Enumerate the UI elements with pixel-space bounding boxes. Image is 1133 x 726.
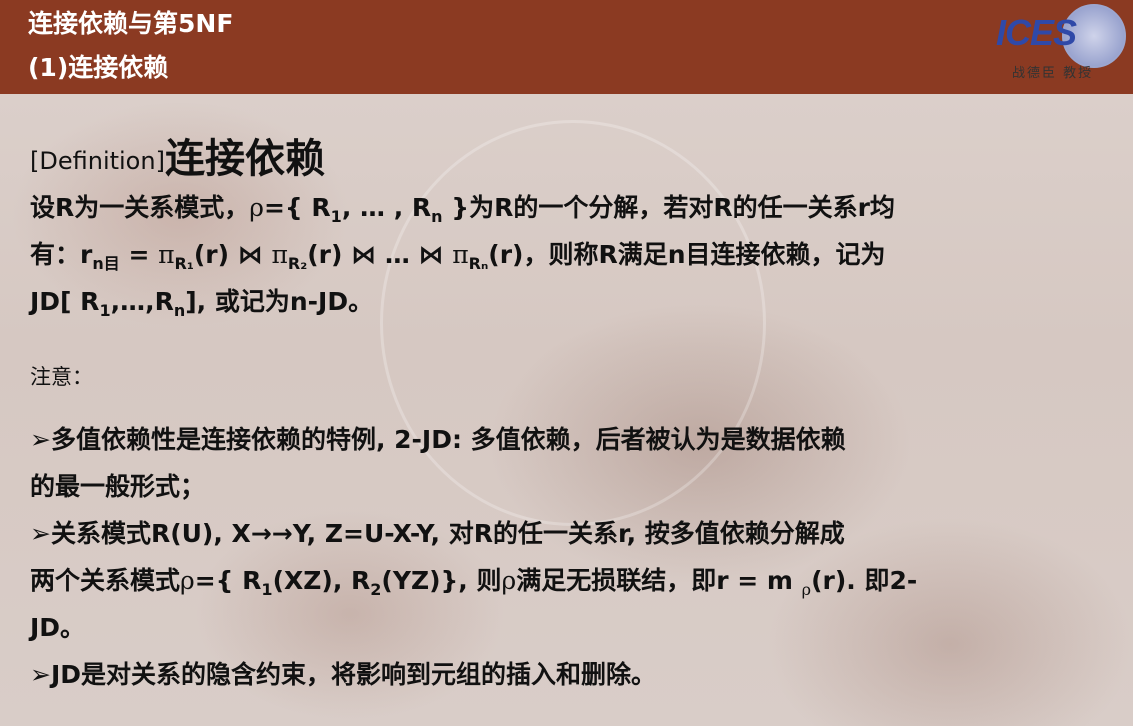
definition-title: 连接依赖: [164, 136, 325, 182]
note-2-line-3: JD。: [30, 613, 86, 642]
text: ={ R: [194, 566, 262, 595]
text: JD[ R: [30, 287, 100, 316]
text: , … , R: [341, 193, 432, 222]
subscript: 1: [330, 207, 342, 226]
text: =: [119, 240, 159, 269]
text: 两个关系模式: [30, 566, 181, 595]
subscript: Rₙ: [468, 254, 489, 273]
text: }为R的一个分解，若对R的任一关系r均: [442, 193, 895, 222]
text: (r)，则称R满足n目连接依赖，记为: [488, 240, 886, 269]
subscript: 1: [261, 580, 273, 599]
subscript: 2: [370, 580, 382, 599]
text: ={ R: [263, 193, 331, 222]
text: (r) ⋈ … ⋈: [307, 240, 453, 269]
text: (XZ), R: [272, 566, 371, 595]
subscript: R₂: [287, 254, 308, 273]
note-1-line-1: ➢多值依赖性是连接依赖的特例, 2-JD: 多值依赖，后者被认为是数据依赖: [30, 425, 846, 454]
text: ], 或记为n-JD。: [185, 287, 374, 316]
slide-title: 连接依赖与第5NF: [28, 9, 234, 38]
text: (YZ)}, 则: [381, 566, 502, 595]
note-1-line-2: 的最一般形式；: [30, 472, 206, 501]
definition-heading: [Definition]连接依赖: [30, 126, 1100, 184]
text: 设R为一关系模式，: [30, 193, 250, 222]
definition-line-1: 设R为一关系模式，ρ={ R1, … , Rn }为R的一个分解，若对R的任一关…: [30, 184, 1100, 231]
definition-line-2: 有：rn目 = πR₁(r) ⋈ πR₂(r) ⋈ … ⋈ πRₙ(r)，则称R…: [30, 231, 1100, 278]
subscript: R₁: [174, 254, 194, 273]
pi-symbol: π: [271, 240, 288, 269]
pi-symbol: π: [158, 240, 175, 269]
text: 有：r: [30, 240, 93, 269]
definition-line-3: JD[ R1,…,Rn], 或记为n-JD。: [30, 278, 1100, 325]
text: (r). 即2-: [811, 566, 918, 595]
logo-text: ICES: [996, 12, 1077, 53]
subscript: 1: [99, 301, 111, 320]
note-2-line-1: ➢关系模式R(U), X→→Y, Z=U-X-Y, 对R的任一关系r, 按多值依…: [30, 519, 845, 548]
text: (r) ⋈: [193, 240, 272, 269]
subscript: n: [173, 301, 186, 320]
definition-tag: [Definition]: [30, 147, 165, 175]
slide-content: [Definition]连接依赖 设R为一关系模式，ρ={ R1, … , Rn…: [30, 126, 1100, 698]
rho-symbol: ρ: [180, 566, 195, 595]
slide-header: 连接依赖与第5NF (1)连接依赖 ICES 战德臣 教授: [0, 0, 1133, 94]
note-3: ➢JD是对关系的隐含约束，将影响到元组的插入和删除。: [30, 660, 657, 689]
text: ,…,R: [110, 287, 174, 316]
text: 满足无损联结，即r = m: [516, 566, 802, 595]
slide-subtitle: (1)连接依赖: [28, 53, 169, 82]
subscript: ρ: [801, 580, 812, 599]
note-2-line-2: 两个关系模式ρ={ R1(XZ), R2(YZ)}, 则ρ满足无损联结，即r =…: [30, 557, 1100, 604]
rho-symbol: ρ: [501, 566, 517, 595]
rho-symbol: ρ: [249, 193, 264, 222]
subscript: n目: [92, 254, 120, 273]
note-label: 注意：: [30, 365, 93, 389]
subscript: n: [431, 207, 443, 226]
pi-symbol: π: [452, 240, 469, 269]
ices-logo: ICES 战德臣 教授: [990, 4, 1130, 86]
logo-caption: 战德臣 教授: [1012, 66, 1094, 81]
